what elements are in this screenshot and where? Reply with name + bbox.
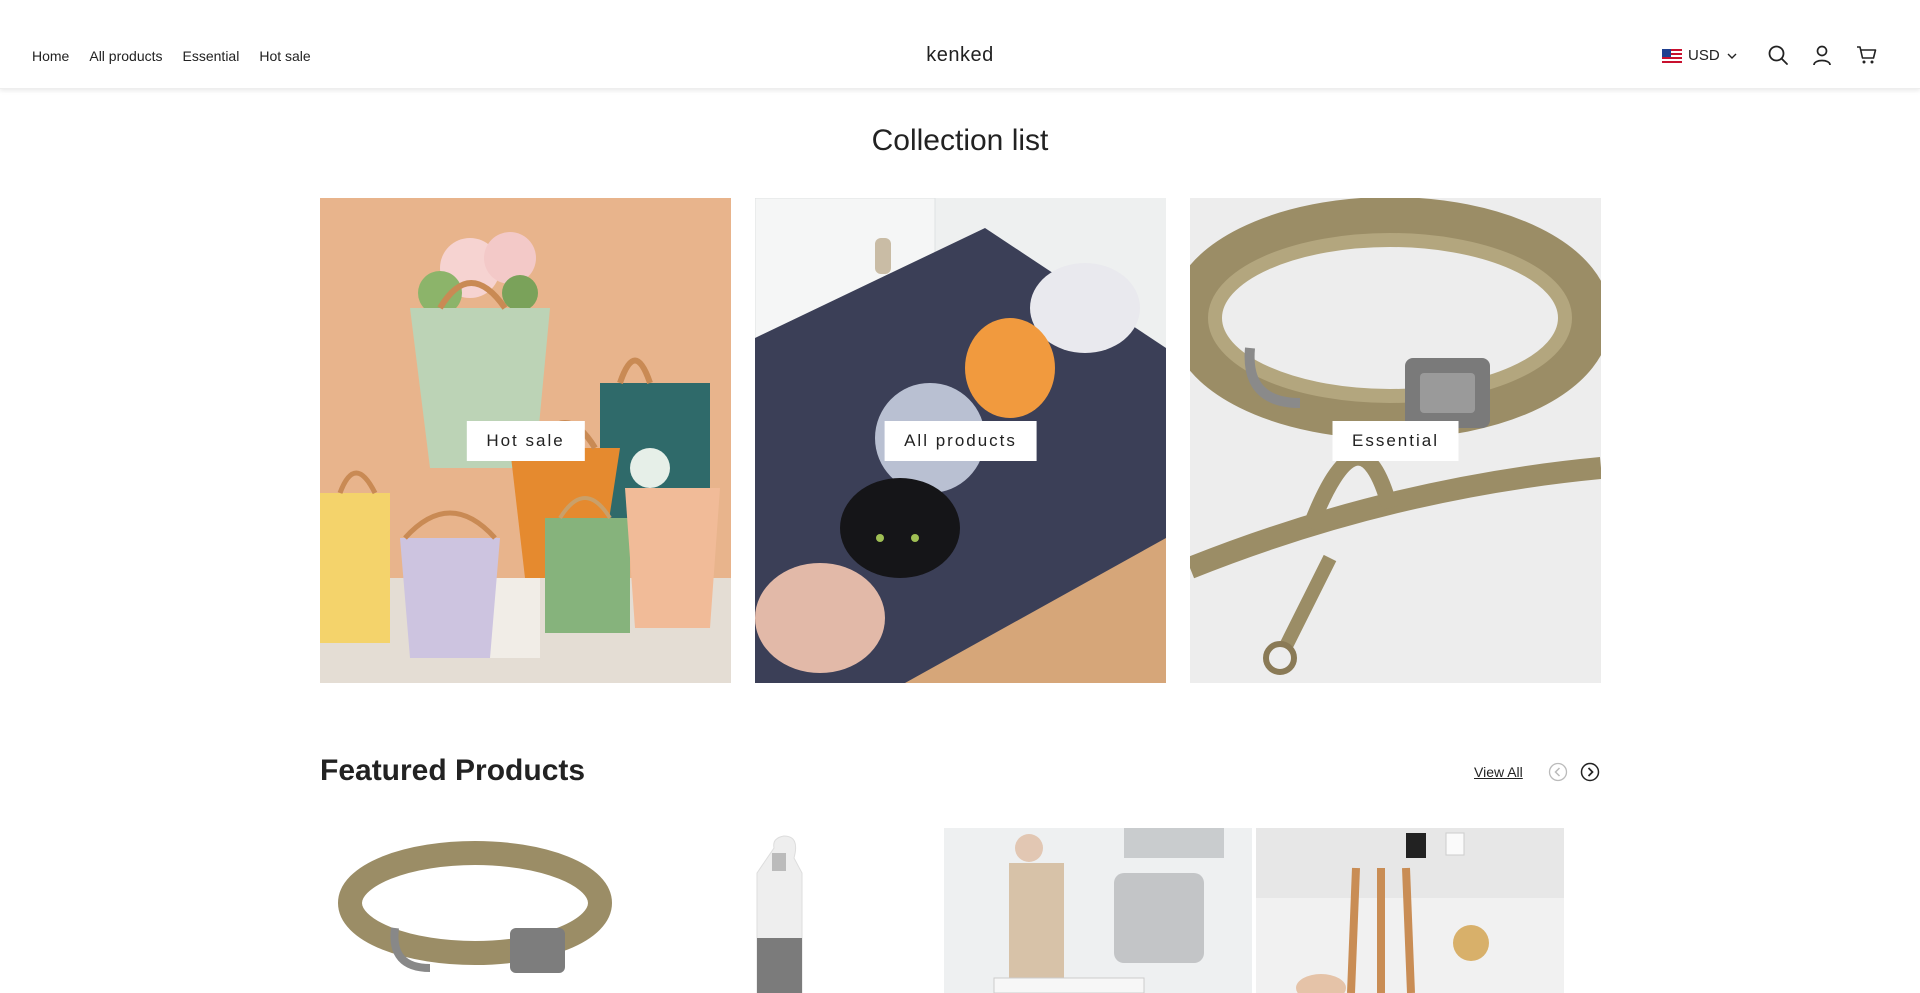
chevron-down-icon — [1727, 53, 1737, 59]
featured-products-row — [320, 828, 1564, 993]
site-logo[interactable]: kenked — [926, 44, 994, 67]
product-image-utensil-holder — [1256, 828, 1564, 993]
product-card-collar[interactable] — [320, 828, 628, 993]
carousel-next-icon[interactable] — [1580, 762, 1600, 782]
product-image-basket — [944, 828, 1252, 993]
search-icon[interactable] — [1767, 44, 1789, 66]
collection-card-essential[interactable]: Essential — [1190, 198, 1601, 683]
carousel-prev-icon[interactable] — [1548, 762, 1568, 782]
collection-label-all-products[interactable]: All products — [884, 420, 1037, 461]
logo-wrapper: kenked — [0, 44, 1920, 67]
collection-label-hot-sale[interactable]: Hot sale — [466, 420, 585, 461]
view-all-link[interactable]: View All — [1474, 764, 1523, 780]
cart-icon[interactable] — [1856, 44, 1878, 66]
product-image-bottle — [632, 828, 940, 993]
collection-card-hot-sale[interactable]: Hot sale — [320, 198, 731, 683]
product-image-collar — [320, 828, 628, 993]
account-icon[interactable] — [1811, 44, 1833, 66]
site-header: Home All products Essential Hot sale ken… — [0, 0, 1920, 89]
us-flag-icon — [1662, 48, 1682, 63]
collection-label-essential[interactable]: Essential — [1332, 420, 1459, 461]
collection-card-all-products[interactable]: All products — [755, 198, 1166, 683]
product-card-basket[interactable] — [944, 828, 1252, 993]
collection-grid: Hot sale All products Essential — [320, 198, 1601, 683]
collection-list-title: Collection list — [871, 124, 1049, 157]
currency-selector[interactable]: USD — [1662, 47, 1738, 64]
currency-label: USD — [1688, 47, 1720, 64]
product-card-utensil-holder[interactable] — [1256, 828, 1564, 993]
product-card-bottle[interactable] — [632, 828, 940, 993]
featured-products-title: Featured Products — [320, 754, 586, 787]
